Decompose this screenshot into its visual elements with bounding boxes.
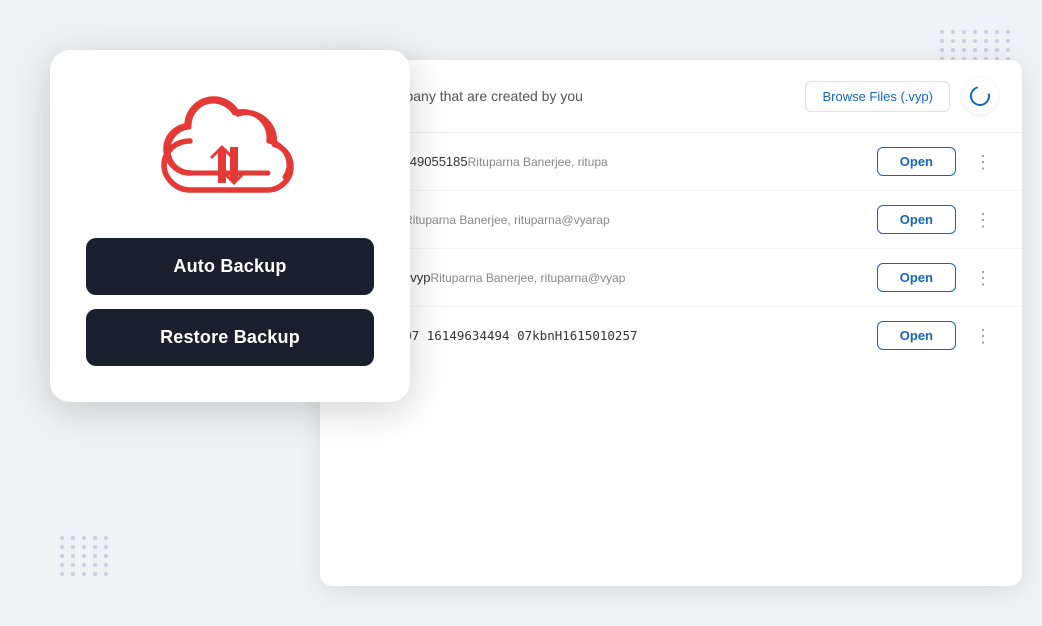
dot (71, 572, 75, 576)
dot (984, 39, 988, 43)
file-browser-panel: e the company that are created by you Br… (320, 60, 1022, 586)
dot (93, 545, 97, 549)
dot (60, 572, 64, 576)
table-row: eport1614149055185Rituparna Banerjee, ri… (320, 133, 1022, 191)
dot (60, 545, 64, 549)
open-file-button[interactable]: Open (877, 321, 956, 350)
dot (93, 572, 97, 576)
dot (82, 572, 86, 576)
file-info: 40207.vypRituparna Banerjee, rituparna@v… (344, 211, 865, 229)
dot (995, 48, 999, 52)
dot (82, 563, 86, 567)
dot (93, 554, 97, 558)
dot (951, 39, 955, 43)
file-info: e company.vypRituparna Banerjee, ritupar… (344, 269, 865, 287)
auto-backup-button[interactable]: Auto Backup (86, 238, 374, 295)
open-file-button[interactable]: Open (877, 205, 956, 234)
dot (71, 563, 75, 567)
action-buttons: Auto Backup Restore Backup (86, 238, 374, 366)
dot (104, 545, 108, 549)
dot (60, 554, 64, 558)
file-meta: Rituparna Banerjee, rituparna@vyarap (404, 213, 610, 227)
dots-decoration-bottom-left (60, 536, 110, 576)
dot (1006, 48, 1010, 52)
file-list: eport1614149055185Rituparna Banerjee, ri… (320, 133, 1022, 364)
dot (1006, 30, 1010, 34)
more-options-button[interactable]: ⋮ (968, 265, 998, 291)
dot (995, 30, 999, 34)
dot (60, 563, 64, 567)
dot (93, 563, 97, 567)
dot (984, 30, 988, 34)
dot (951, 30, 955, 34)
dot (82, 536, 86, 540)
panel-header: e the company that are created by you Br… (320, 60, 1022, 133)
dot (104, 572, 108, 576)
dot (104, 554, 108, 558)
cloud-sync-icon (150, 95, 310, 205)
open-file-button[interactable]: Open (877, 147, 956, 176)
file-info: 9123140207 16149634494 07kbnH1615010257 (344, 327, 865, 345)
table-row: e company.vypRituparna Banerjee, ritupar… (320, 249, 1022, 307)
dot (940, 48, 944, 52)
dot (962, 39, 966, 43)
dot (940, 30, 944, 34)
dot (82, 554, 86, 558)
cloud-icon-wrap (150, 90, 310, 210)
dot (82, 545, 86, 549)
dot (973, 39, 977, 43)
restore-backup-button[interactable]: Restore Backup (86, 309, 374, 366)
backup-card: Auto Backup Restore Backup (50, 50, 410, 402)
dot (71, 536, 75, 540)
file-meta: Rituparna Banerjee, rituparna@vyap (430, 271, 625, 285)
refresh-button[interactable] (962, 78, 998, 114)
dot (962, 30, 966, 34)
dot (71, 545, 75, 549)
file-info: eport1614149055185Rituparna Banerjee, ri… (344, 153, 865, 171)
refresh-icon (966, 82, 993, 109)
dot (71, 554, 75, 558)
table-row: 40207.vypRituparna Banerjee, rituparna@v… (320, 191, 1022, 249)
dot (995, 39, 999, 43)
more-options-button[interactable]: ⋮ (968, 207, 998, 233)
dot (973, 30, 977, 34)
dot (973, 48, 977, 52)
dot (93, 536, 97, 540)
dot (940, 39, 944, 43)
dot (60, 536, 64, 540)
dot (104, 536, 108, 540)
dot (962, 48, 966, 52)
open-file-button[interactable]: Open (877, 263, 956, 292)
more-options-button[interactable]: ⋮ (968, 149, 998, 175)
browse-files-button[interactable]: Browse Files (.vyp) (805, 81, 950, 112)
table-row: 9123140207 16149634494 07kbnH1615010257 O… (320, 307, 1022, 364)
file-meta: Rituparna Banerjee, ritupa (468, 155, 608, 169)
dot (104, 563, 108, 567)
dot (984, 48, 988, 52)
dot (951, 48, 955, 52)
dot (1006, 39, 1010, 43)
more-options-button[interactable]: ⋮ (968, 323, 998, 349)
